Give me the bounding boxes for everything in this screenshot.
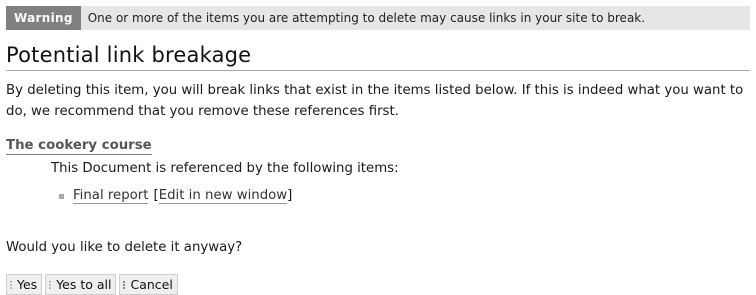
edit-link-wrapper: [Edit in new window] (153, 187, 292, 205)
cancel-button[interactable]: Cancel (119, 274, 178, 295)
description-text: By deleting this item, you will break li… (6, 83, 744, 119)
grip-icon (49, 280, 52, 289)
button-row: Yes Yes to all Cancel (6, 274, 178, 295)
yes-to-all-button[interactable]: Yes to all (45, 274, 117, 295)
document-title-link[interactable]: The cookery course (6, 138, 152, 155)
confirm-question: Would you like to delete it anyway? (6, 240, 243, 255)
cancel-button-label: Cancel (130, 277, 173, 292)
warning-tag: Warning (6, 6, 81, 30)
edit-bracket-open: [ (153, 188, 159, 203)
reference-item: Final report [Edit in new window] (58, 187, 292, 205)
reference-link[interactable]: Final report (73, 188, 149, 204)
warning-bar: Warning One or more of the items you are… (6, 6, 750, 30)
yes-button[interactable]: Yes (6, 274, 43, 295)
yes-to-all-button-label: Yes to all (56, 277, 112, 292)
grip-icon (123, 280, 126, 289)
warning-message: One or more of the items you are attempt… (87, 11, 646, 25)
reference-list: Final report [Edit in new window] (58, 187, 292, 205)
edit-bracket-close: ] (287, 188, 293, 203)
yes-button-label: Yes (17, 277, 38, 292)
referenced-by-text: This Document is referenced by the follo… (51, 161, 399, 176)
bullet-icon (59, 193, 64, 199)
edit-in-new-window-link[interactable]: Edit in new window (158, 188, 288, 204)
grip-icon (10, 280, 12, 289)
page-title: Potential link breakage (6, 43, 750, 71)
